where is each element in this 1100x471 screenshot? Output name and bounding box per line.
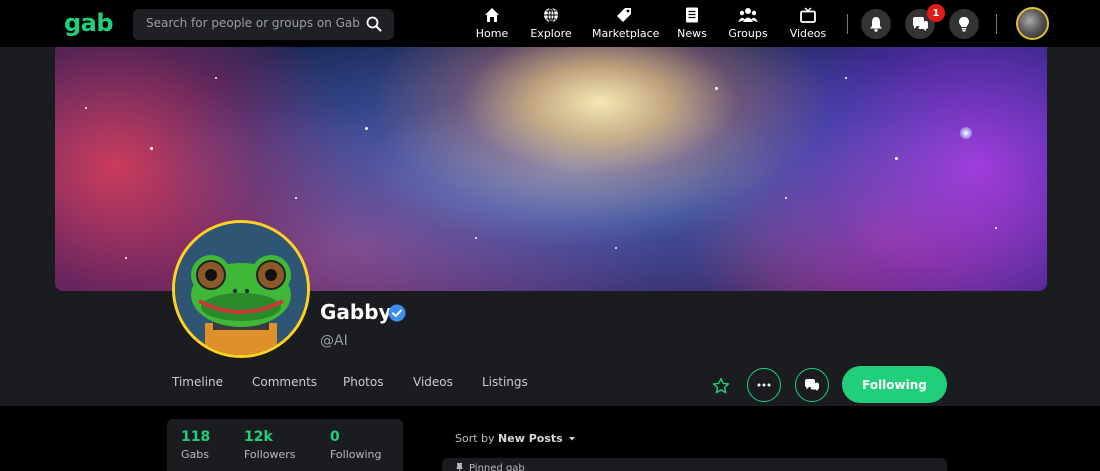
cover-bright-star <box>960 127 972 139</box>
account-avatar[interactable] <box>1016 7 1049 40</box>
frog-avatar-image <box>175 223 307 355</box>
nav-divider <box>996 14 997 34</box>
cover-star <box>150 147 153 150</box>
following-button[interactable]: Following <box>842 366 947 403</box>
nav-news-label: News <box>677 27 707 40</box>
nav-videos[interactable]: Videos <box>789 6 827 44</box>
tab-timeline[interactable]: Timeline <box>172 375 223 389</box>
nav-home[interactable]: Home <box>474 6 510 44</box>
tv-icon <box>800 7 816 23</box>
ideas-button[interactable] <box>949 9 979 39</box>
home-icon <box>485 8 499 22</box>
nav-groups-label: Groups <box>728 27 768 40</box>
globe-icon <box>544 7 558 23</box>
nav-explore-label: Explore <box>530 27 572 40</box>
profile-stats-card: 118 Gabs 12k Followers 0 Following <box>167 419 403 471</box>
nav-explore[interactable]: Explore <box>529 6 573 44</box>
tab-photos[interactable]: Photos <box>343 375 383 389</box>
search-icon[interactable] <box>366 16 382 32</box>
stat-followers-label[interactable]: Followers <box>244 448 296 461</box>
profile-name: Gabby <box>320 300 392 324</box>
pinned-gab-label: Pinned gab <box>469 463 525 471</box>
cover-star <box>295 197 297 199</box>
cover-star <box>785 197 787 199</box>
top-navigation-bar: gab Home Explore Marketplace News Groups… <box>0 0 1100 47</box>
document-icon <box>686 7 698 23</box>
cover-star <box>615 247 617 249</box>
profile-avatar[interactable] <box>172 220 310 358</box>
nav-groups[interactable]: Groups <box>728 6 768 44</box>
pin-icon <box>456 463 463 471</box>
cover-star <box>475 237 477 239</box>
stat-followers-value[interactable]: 12k <box>244 429 273 445</box>
profile-handle: @AI <box>320 333 348 349</box>
chat-unread-badge: 1 <box>927 4 945 22</box>
pinned-gab-card: Pinned gab <box>442 458 947 471</box>
nav-divider <box>847 14 848 34</box>
cover-star <box>215 77 217 79</box>
cover-star <box>125 257 127 259</box>
sort-dropdown[interactable]: Sort by New Posts <box>455 432 576 445</box>
message-button[interactable] <box>795 368 829 402</box>
star-icon[interactable] <box>712 377 730 395</box>
caret-down-icon <box>569 437 576 441</box>
chat-icon <box>805 379 819 391</box>
cover-star <box>995 227 997 229</box>
lightbulb-icon <box>959 17 969 32</box>
cover-star <box>845 77 847 79</box>
tab-videos[interactable]: Videos <box>413 375 453 389</box>
tag-icon <box>617 8 631 22</box>
more-options-button[interactable] <box>747 368 781 402</box>
bell-icon <box>870 17 882 32</box>
chat-icon <box>913 17 928 31</box>
cover-star <box>715 87 718 90</box>
nav-videos-label: Videos <box>789 27 827 40</box>
nav-home-label: Home <box>475 27 509 40</box>
stat-following-label[interactable]: Following <box>330 448 382 461</box>
stat-following-value[interactable]: 0 <box>330 429 340 445</box>
stat-gabs-value[interactable]: 118 <box>181 429 210 445</box>
tab-comments[interactable]: Comments <box>252 375 317 389</box>
cover-star <box>365 127 368 130</box>
nav-marketplace[interactable]: Marketplace <box>592 6 660 44</box>
verified-badge-icon <box>388 304 406 322</box>
search-box[interactable] <box>133 9 394 40</box>
sort-value: New Posts <box>498 432 563 445</box>
cover-star <box>85 107 87 109</box>
gab-logo[interactable]: gab <box>64 9 114 37</box>
more-icon <box>757 383 771 387</box>
notifications-button[interactable] <box>861 9 891 39</box>
tab-listings[interactable]: Listings <box>482 375 528 389</box>
nav-news[interactable]: News <box>677 6 707 44</box>
sort-prefix: Sort by <box>455 432 495 445</box>
search-input[interactable] <box>146 16 361 30</box>
group-icon <box>738 8 758 22</box>
stat-gabs-label[interactable]: Gabs <box>181 448 209 461</box>
nav-marketplace-label: Marketplace <box>592 27 660 40</box>
cover-star <box>895 157 898 160</box>
